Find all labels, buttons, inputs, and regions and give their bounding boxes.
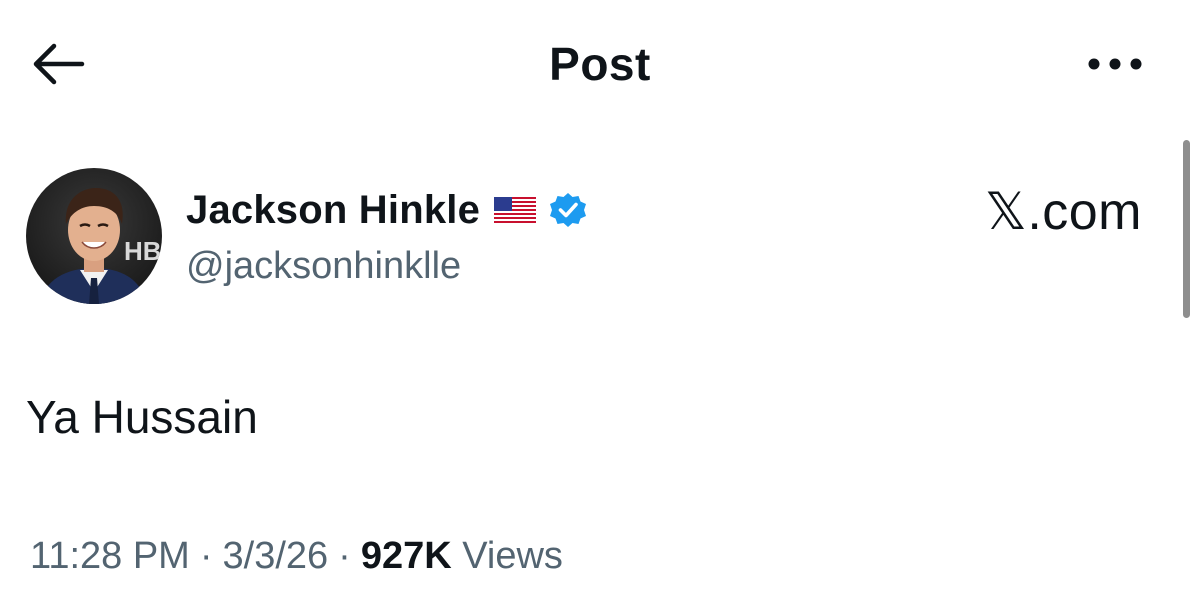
meta-separator: ·: [199, 535, 213, 577]
x-com-watermark: 𝕏.com: [985, 182, 1142, 242]
author-handle[interactable]: @jacksonhinklle: [186, 241, 461, 291]
post-time[interactable]: 11:28 PM: [30, 535, 190, 577]
avatar[interactable]: HB: [26, 168, 162, 304]
more-options-button[interactable]: [1084, 52, 1146, 76]
author-display-name: Jackson Hinkle: [186, 188, 481, 232]
post-meta-row: 11:28 PM · 3/3/26 · 927K Views: [30, 530, 563, 582]
post-text: Ya Hussain: [26, 391, 258, 443]
avatar-photo: HB: [26, 168, 162, 304]
post-date[interactable]: 3/3/26: [223, 535, 329, 577]
scrollbar[interactable]: [1183, 140, 1190, 318]
author-name-row[interactable]: Jackson Hinkle: [186, 184, 588, 236]
views-label: Views: [462, 535, 563, 577]
views-count: 927K: [360, 535, 452, 577]
meta-separator: ·: [338, 535, 351, 577]
watermark-domain: .com: [1027, 183, 1142, 241]
page-title: Post: [549, 38, 651, 90]
verified-badge-icon: [550, 193, 587, 227]
svg-text:HB: HB: [124, 236, 162, 266]
more-horizontal-icon: [1088, 58, 1142, 70]
x-logo-glyph: 𝕏: [984, 182, 1028, 242]
us-flag-icon: [494, 197, 537, 223]
